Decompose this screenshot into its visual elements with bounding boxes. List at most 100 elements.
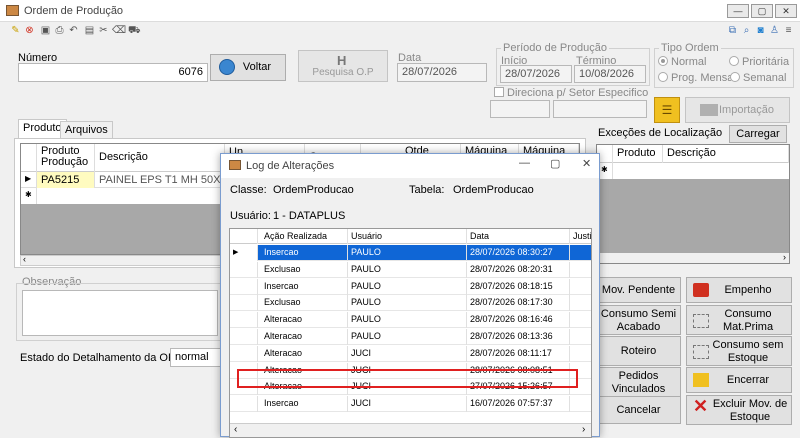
row-indicator[interactable]	[230, 295, 258, 312]
numero-field[interactable]: 6076	[18, 63, 208, 82]
roteiro-button[interactable]: Roteiro	[596, 336, 681, 366]
filter-icon[interactable]: ⧉	[727, 25, 738, 36]
cell-justificativa[interactable]	[570, 279, 591, 295]
cell-usuario[interactable]: PAULO	[348, 245, 467, 261]
cell-acao[interactable]: Exclusao	[258, 261, 348, 278]
dialog-maximize-button[interactable]: ▢	[550, 157, 560, 170]
consumo-sem-button[interactable]: Consumo sem Estoque	[686, 336, 792, 366]
cell-data[interactable]: 28/07/2026 08:17:30	[467, 295, 570, 312]
col-data[interactable]: Data	[467, 229, 570, 244]
cell-data[interactable]: 16/07/2026 07:57:37	[467, 396, 570, 413]
col-exc-descricao[interactable]: Descrição	[663, 145, 789, 163]
excluir-mov-button[interactable]: ✕ Excluir Mov. de Estoque	[686, 395, 792, 425]
cell-acao[interactable]: Alteracao	[258, 345, 348, 362]
row-indicator[interactable]	[230, 278, 258, 295]
log-row[interactable]: Exclusao PAULO 28/07/2026 08:17:30	[230, 295, 591, 312]
setor-desc-field[interactable]	[553, 100, 647, 118]
cell-data[interactable]: 28/07/2026 08:16:46	[467, 312, 570, 329]
log-row[interactable]: Alteracao JUCI 28/07/2026 08:11:17	[230, 345, 591, 362]
setor-code-field[interactable]	[490, 100, 550, 118]
cell-data[interactable]: 28/07/2026 08:20:31	[467, 261, 570, 278]
cell-justificativa[interactable]	[570, 262, 591, 278]
minimize-button[interactable]: —	[727, 4, 749, 18]
observacao-textarea[interactable]	[22, 290, 218, 336]
dialog-minimize-button[interactable]: —	[519, 157, 530, 169]
search-icon[interactable]: ⌕	[741, 25, 752, 36]
cell-acao[interactable]: Insercao	[258, 245, 348, 261]
tipo-prioritaria-radio[interactable]: Prioritária	[729, 56, 789, 68]
tools-icon[interactable]: ✂	[98, 25, 109, 36]
termino-field[interactable]: 10/08/2026	[574, 65, 646, 83]
cell-justificativa[interactable]	[570, 329, 591, 345]
consumo-semi-button[interactable]: Consumo Semi Acabado	[596, 305, 681, 335]
pedidos-button[interactable]: Pedidos Vinculados	[596, 367, 681, 397]
row-indicator[interactable]	[230, 329, 258, 345]
maximize-button[interactable]: ▢	[751, 4, 773, 18]
row-indicator[interactable]	[230, 396, 258, 413]
col-exc-produto[interactable]: Produto	[613, 145, 663, 163]
cell-acao[interactable]: Alteracao	[258, 312, 348, 329]
carregar-button[interactable]: Carregar	[729, 125, 787, 143]
log-row[interactable]: ▶ Insercao PAULO 28/07/2026 08:30:27	[230, 245, 591, 261]
row-indicator[interactable]	[230, 345, 258, 362]
tipo-mensal-radio[interactable]: Prog. Mensal	[658, 72, 736, 84]
user-icon[interactable]: ♙	[769, 25, 780, 36]
row-indicator[interactable]	[230, 312, 258, 329]
cell-justificativa[interactable]	[570, 312, 591, 328]
cell-usuario[interactable]: PAULO	[348, 329, 467, 345]
cell-usuario[interactable]: JUCI	[348, 396, 467, 413]
exc-new-row[interactable]: ✱	[597, 163, 789, 179]
undo-icon[interactable]: ↶	[68, 25, 79, 36]
encerrar-button[interactable]: Encerrar	[686, 367, 792, 393]
notes-button[interactable]: ☰	[654, 97, 680, 123]
car-icon[interactable]: ⛟	[128, 25, 141, 36]
cell-usuario[interactable]: PAULO	[348, 312, 467, 329]
cell-produto[interactable]: PA5215	[37, 172, 95, 188]
log-hscrollbar[interactable]: ‹ ›	[230, 423, 591, 437]
voltar-button[interactable]: Voltar	[210, 54, 286, 81]
cell-justificativa[interactable]	[570, 245, 591, 261]
dialog-close-button[interactable]: ✕	[582, 157, 591, 170]
menu-icon[interactable]: ≡	[783, 25, 794, 36]
save-icon[interactable]: ▣	[40, 25, 51, 36]
col-justificativa[interactable]: Justific	[570, 229, 591, 244]
cell-data[interactable]: 28/07/2026 08:18:15	[467, 278, 570, 295]
log-row[interactable]: Alteracao PAULO 28/07/2026 08:16:46	[230, 312, 591, 329]
log-row[interactable]: Insercao JUCI 16/07/2026 07:57:37	[230, 396, 591, 413]
cell-acao[interactable]: Insercao	[258, 278, 348, 295]
cell-acao[interactable]: Exclusao	[258, 295, 348, 312]
col-acao[interactable]: Ação Realizada	[258, 229, 348, 244]
log-row[interactable]: Insercao PAULO 28/07/2026 08:18:15	[230, 278, 591, 295]
mov-pendente-button[interactable]: Mov. Pendente	[596, 277, 681, 303]
importacao-button[interactable]: Importação	[685, 97, 790, 123]
log-row[interactable]: Alteracao PAULO 28/07/2026 08:13:36	[230, 329, 591, 345]
cell-usuario[interactable]: PAULO	[348, 261, 467, 278]
delete-icon[interactable]: ⊗	[24, 25, 35, 36]
empenho-button[interactable]: Empenho	[686, 277, 792, 303]
cell-data[interactable]: 28/07/2026 08:11:17	[467, 345, 570, 362]
tipo-normal-radio[interactable]: Normal	[658, 56, 706, 68]
cell-justificativa[interactable]	[570, 295, 591, 311]
pesquisa-op-button[interactable]: H Pesquisa O.P	[298, 50, 388, 82]
tipo-semanal-radio[interactable]: Semanal	[730, 72, 786, 84]
cell-acao[interactable]: Insercao	[258, 396, 348, 413]
data-field[interactable]: 28/07/2026	[397, 63, 487, 82]
cell-justificativa[interactable]	[570, 396, 591, 412]
cell-data[interactable]: 28/07/2026 08:13:36	[467, 329, 570, 345]
log-row[interactable]: Exclusao PAULO 28/07/2026 08:20:31	[230, 261, 591, 278]
cancelar-button[interactable]: Cancelar	[596, 396, 681, 424]
exc-hscrollbar[interactable]: ›	[597, 252, 789, 263]
col-produto[interactable]: Produto Produção	[37, 144, 95, 172]
eraser-icon[interactable]: ⌫	[112, 25, 126, 36]
col-descricao[interactable]: Descrição	[95, 144, 225, 172]
tab-arquivos[interactable]: Arquivos	[60, 121, 113, 139]
refresh-icon[interactable]: ◙	[755, 25, 766, 36]
close-button[interactable]: ✕	[775, 4, 797, 18]
direciona-checkbox[interactable]: Direciona p/ Setor Especifico	[494, 87, 648, 99]
print-icon[interactable]: ⎙	[54, 25, 65, 36]
consumo-mat-button[interactable]: Consumo Mat.Prima	[686, 305, 792, 335]
new-icon[interactable]: ✎	[10, 25, 21, 36]
cell-usuario[interactable]: JUCI	[348, 345, 467, 362]
inicio-field[interactable]: 28/07/2026	[500, 65, 572, 83]
cell-acao[interactable]: Alteracao	[258, 329, 348, 345]
